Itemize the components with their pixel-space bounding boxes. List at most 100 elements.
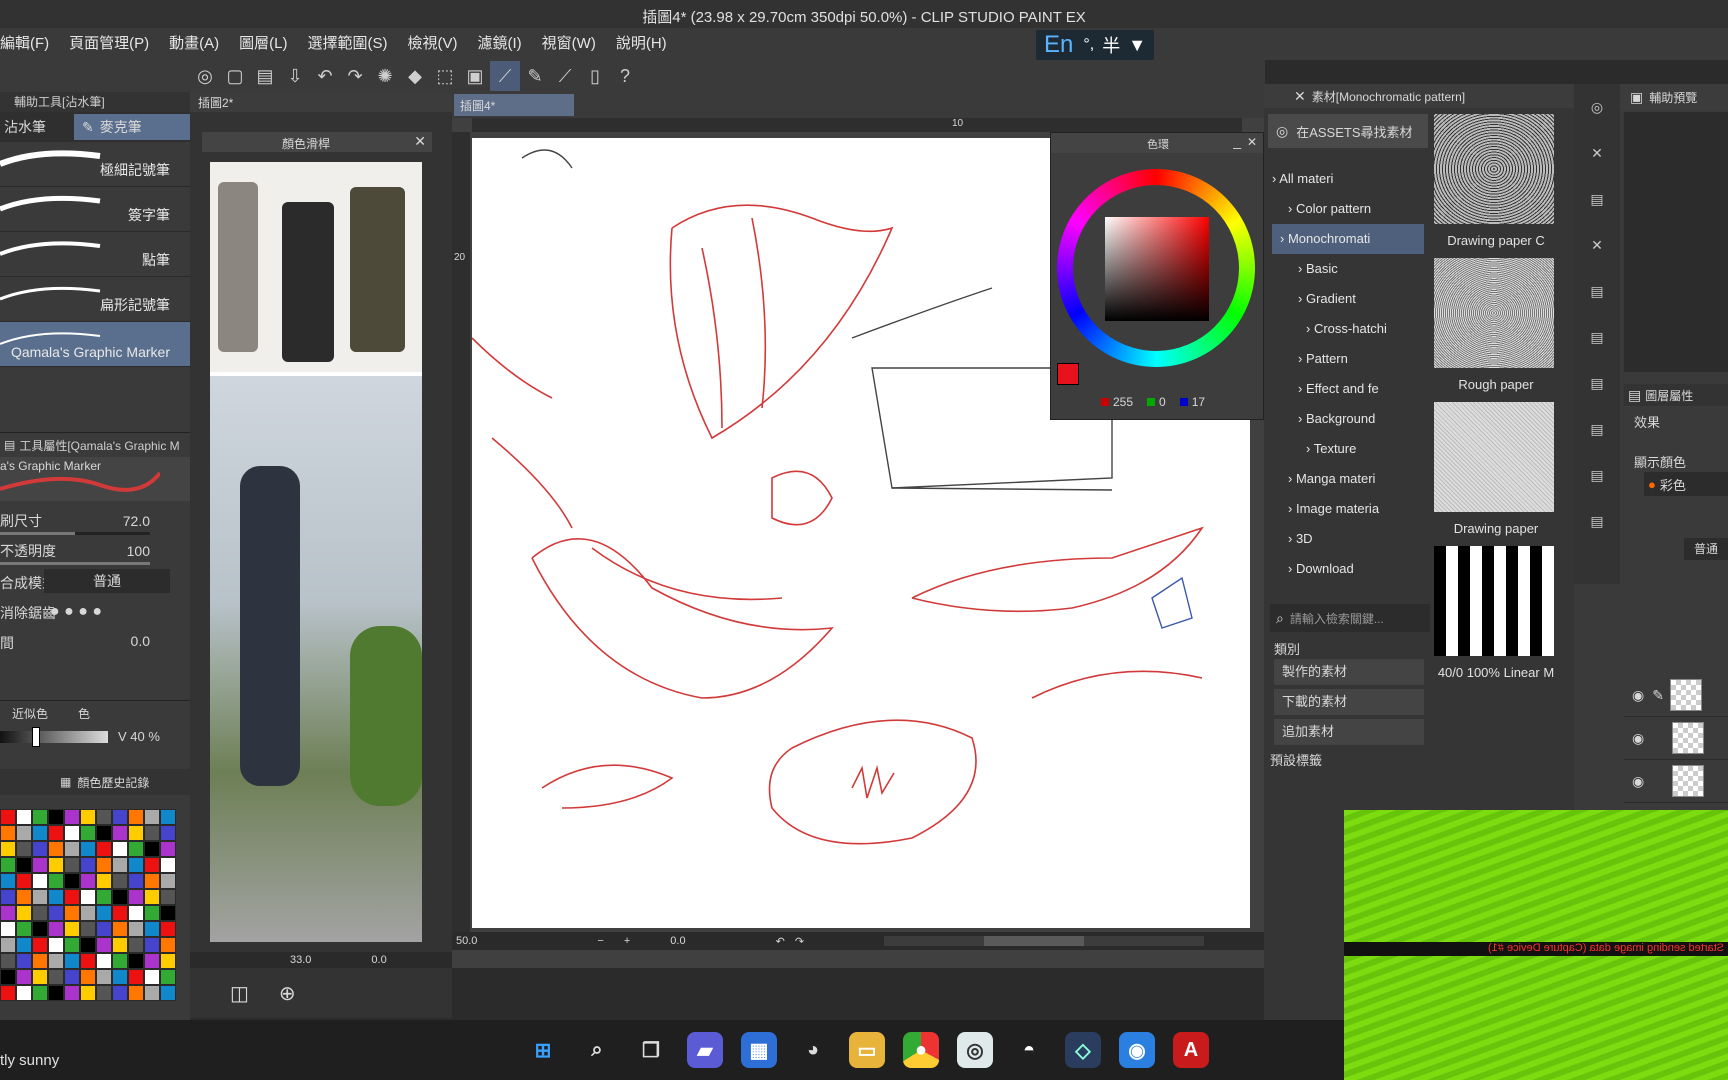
color-swatch[interactable] xyxy=(112,985,128,1001)
color-swatch[interactable] xyxy=(64,809,80,825)
angle-bottom[interactable]: 0.0 xyxy=(670,935,685,947)
close-icon[interactable]: ✕ xyxy=(1294,88,1306,105)
brush-snap-icon[interactable]: ✎ xyxy=(520,61,550,91)
color-swatch[interactable] xyxy=(160,953,176,969)
color-swatch[interactable] xyxy=(0,809,16,825)
material-thumbnail[interactable]: Rough paper xyxy=(1434,258,1558,402)
blue-app-icon[interactable]: ◉ xyxy=(1119,1032,1155,1068)
tab-illust2[interactable]: 插圖2* xyxy=(198,94,233,111)
color-swatch[interactable] xyxy=(112,905,128,921)
transform-icon[interactable]: ⬚ xyxy=(430,61,460,91)
color-swatch[interactable] xyxy=(64,937,80,953)
search-icon[interactable]: ⌕ xyxy=(579,1032,615,1068)
color-swatch[interactable] xyxy=(96,825,112,841)
color-swatch[interactable] xyxy=(32,921,48,937)
material-tree-item[interactable]: › Texture xyxy=(1272,434,1424,464)
color-swatch[interactable] xyxy=(80,857,96,873)
color-swatch[interactable] xyxy=(128,985,144,1001)
color-swatch[interactable] xyxy=(16,921,32,937)
panel-tab-icon[interactable]: ▤ xyxy=(1574,406,1620,452)
color-swatch[interactable] xyxy=(16,873,32,889)
qq-icon[interactable]: ◓ xyxy=(1011,1032,1047,1068)
color-swatch[interactable] xyxy=(128,937,144,953)
color-swatch[interactable] xyxy=(128,953,144,969)
color-swatch[interactable] xyxy=(96,905,112,921)
color-swatch[interactable] xyxy=(64,985,80,1001)
color-swatch[interactable] xyxy=(0,889,16,905)
chat-icon[interactable]: ▰ xyxy=(687,1032,723,1068)
color-swatch[interactable] xyxy=(0,905,16,921)
color-swatch[interactable] xyxy=(80,873,96,889)
color-swatch[interactable] xyxy=(128,873,144,889)
redo-icon[interactable]: ↷ xyxy=(340,61,370,91)
material-tab-icon[interactable]: ▤ xyxy=(1574,176,1620,222)
brush-item[interactable]: 點筆 xyxy=(0,232,190,277)
color-swatch[interactable] xyxy=(96,969,112,985)
brush-item[interactable]: Qamala's Graphic Marker xyxy=(0,322,190,367)
tab-color-history[interactable]: 顏色歷史記錄 xyxy=(77,774,149,791)
color-swatch[interactable] xyxy=(96,985,112,1001)
size-value[interactable]: 72.0 xyxy=(123,513,150,529)
color-swatch[interactable] xyxy=(16,985,32,1001)
antialias-row[interactable]: 消除鋸齒 ● ● ● ● xyxy=(0,597,190,627)
color-swatch[interactable] xyxy=(96,857,112,873)
color-swatch[interactable] xyxy=(48,889,64,905)
color-swatch[interactable] xyxy=(64,825,80,841)
angle-left[interactable]: 0.0 xyxy=(371,954,386,966)
windows-start-icon[interactable]: ⊞ xyxy=(525,1032,561,1068)
ruler-snap-icon[interactable]: ⟋ xyxy=(550,61,580,91)
color-swatch[interactable] xyxy=(96,889,112,905)
rotate-left-icon[interactable]: ↶ xyxy=(776,935,785,948)
zoom-bottom[interactable]: 50.0 xyxy=(456,935,477,947)
csp-logo-icon[interactable]: ◎ xyxy=(190,61,220,91)
category-button[interactable]: 製作的素材 xyxy=(1274,659,1424,685)
undo-icon[interactable]: ↶ xyxy=(310,61,340,91)
navigator-icon[interactable]: ⊕ xyxy=(279,981,296,1006)
menu-item[interactable]: 編輯(F) xyxy=(0,30,59,58)
color-swatch[interactable] xyxy=(144,857,160,873)
color-swatch[interactable] xyxy=(48,969,64,985)
material-tree-item[interactable]: › Pattern xyxy=(1272,344,1424,374)
color-swatch[interactable] xyxy=(80,905,96,921)
tab-mixing-color[interactable]: 色 xyxy=(78,705,90,722)
color-swatch[interactable] xyxy=(0,937,16,953)
color-swatch[interactable] xyxy=(64,953,80,969)
color-swatch[interactable] xyxy=(160,921,176,937)
clear-icon[interactable]: ✺ xyxy=(370,61,400,91)
color-swatch[interactable] xyxy=(80,969,96,985)
layer-row[interactable]: ◉ xyxy=(1624,717,1728,760)
color-swatch[interactable] xyxy=(48,873,64,889)
color-swatch[interactable] xyxy=(96,937,112,953)
menu-item[interactable]: 頁面管理(P) xyxy=(59,30,159,58)
color-swatch[interactable] xyxy=(48,905,64,921)
opacity-row[interactable]: 不透明度 100 xyxy=(0,537,190,567)
tab-marker[interactable]: ✎ 麥克筆 xyxy=(74,114,190,140)
layer-row[interactable]: ◉ xyxy=(1624,760,1728,803)
material-thumbnail[interactable]: Drawing paper C xyxy=(1434,114,1558,258)
color-swatch[interactable] xyxy=(96,841,112,857)
task-view-icon[interactable]: ❐ xyxy=(633,1032,669,1068)
blend-row[interactable]: 合成模式 普通 xyxy=(0,567,190,597)
color-swatch[interactable] xyxy=(144,953,160,969)
color-swatch[interactable] xyxy=(64,873,80,889)
antialias-options[interactable]: ● ● ● ● xyxy=(50,603,102,621)
color-swatch[interactable] xyxy=(16,969,32,985)
color-swatch[interactable] xyxy=(160,841,176,857)
store-icon[interactable]: ▦ xyxy=(741,1032,777,1068)
horizontal-scrollbar[interactable] xyxy=(884,936,1205,946)
color-swatch[interactable] xyxy=(32,809,48,825)
color-swatch[interactable] xyxy=(144,905,160,921)
material-thumbnail[interactable]: Drawing paper xyxy=(1434,402,1558,546)
panel-tab-icon[interactable]: ▤ xyxy=(1574,498,1620,544)
menu-item[interactable]: 檢視(V) xyxy=(398,30,468,58)
material-search-input[interactable]: 請輸入檢索關鍵... xyxy=(1290,610,1384,627)
color-mode-select[interactable]: ● 彩色 xyxy=(1644,472,1728,496)
color-swatch[interactable] xyxy=(16,825,32,841)
panel-tab-icon[interactable]: ▤ xyxy=(1574,314,1620,360)
color-swatch[interactable] xyxy=(32,889,48,905)
color-swatch[interactable] xyxy=(16,889,32,905)
color-swatch[interactable] xyxy=(64,905,80,921)
color-swatch[interactable] xyxy=(96,921,112,937)
color-swatch[interactable] xyxy=(160,985,176,1001)
color-swatch[interactable] xyxy=(48,937,64,953)
